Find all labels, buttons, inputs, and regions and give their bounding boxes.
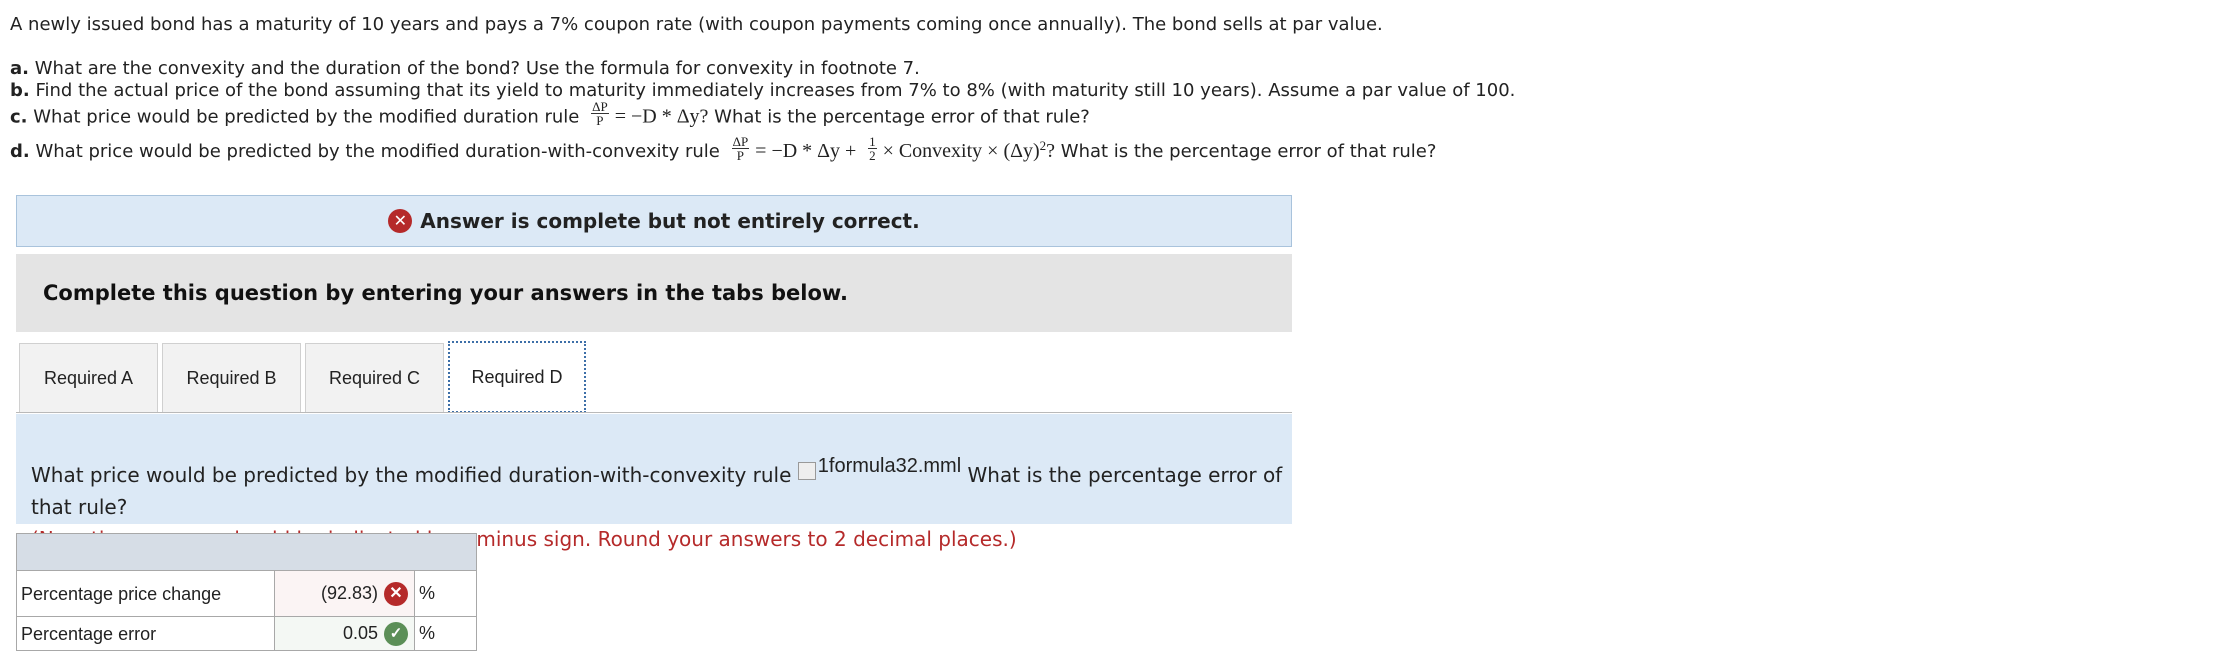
tab-required-b[interactable]: Required B	[162, 343, 301, 413]
prompt-text: What price would be predicted by the mod…	[31, 463, 792, 487]
incorrect-icon: ✕	[384, 581, 408, 606]
question-part-c: c. What price would be predicted by the …	[10, 99, 1090, 128]
answer-table-header	[16, 533, 477, 571]
result-banner-text: Answer is complete but not entirely corr…	[420, 209, 920, 233]
tab-required-d[interactable]: Required D	[448, 341, 586, 413]
formula-image: 1formula32.mml	[797, 450, 961, 482]
unit-label: %	[414, 616, 477, 651]
one-half-fraction: 12	[868, 133, 877, 163]
delta-p-over-p-fraction: ΔP P	[731, 133, 750, 163]
row-label: Percentage error	[16, 616, 275, 651]
tab-required-c[interactable]: Required C	[305, 343, 444, 413]
percentage-error-input[interactable]: 0.05 ✓	[274, 616, 415, 651]
correct-icon: ✓	[384, 621, 408, 646]
result-banner: ✕ Answer is complete but not entirely co…	[16, 195, 1292, 247]
question-part-b: b. Find the actual price of the bond ass…	[10, 80, 1516, 101]
delta-p-over-p-fraction: ΔP P	[591, 99, 609, 128]
tabs-divider	[16, 412, 1292, 413]
instructions-box: Complete this question by entering your …	[16, 254, 1292, 332]
question-part-d: d. What price would be predicted by the …	[10, 133, 1437, 163]
question-part-a: a. What are the convexity and the durati…	[10, 58, 920, 79]
answer-table: Percentage price change (92.83) ✕ % Perc…	[16, 533, 477, 651]
percentage-price-change-input[interactable]: (92.83) ✕	[274, 570, 415, 617]
tab-required-a[interactable]: Required A	[19, 343, 158, 413]
question-intro: A newly issued bond has a maturity of 10…	[10, 14, 1383, 35]
instructions-text: Complete this question by entering your …	[43, 281, 848, 305]
table-row: Percentage error 0.05 ✓ %	[16, 616, 477, 651]
unit-label: %	[414, 570, 477, 617]
row-label: Percentage price change	[16, 570, 275, 617]
incorrect-icon: ✕	[388, 209, 413, 233]
question-prompt: What price would be predicted by the mod…	[16, 414, 1292, 551]
broken-image-icon	[797, 462, 816, 480]
table-row: Percentage price change (92.83) ✕ %	[16, 570, 477, 617]
